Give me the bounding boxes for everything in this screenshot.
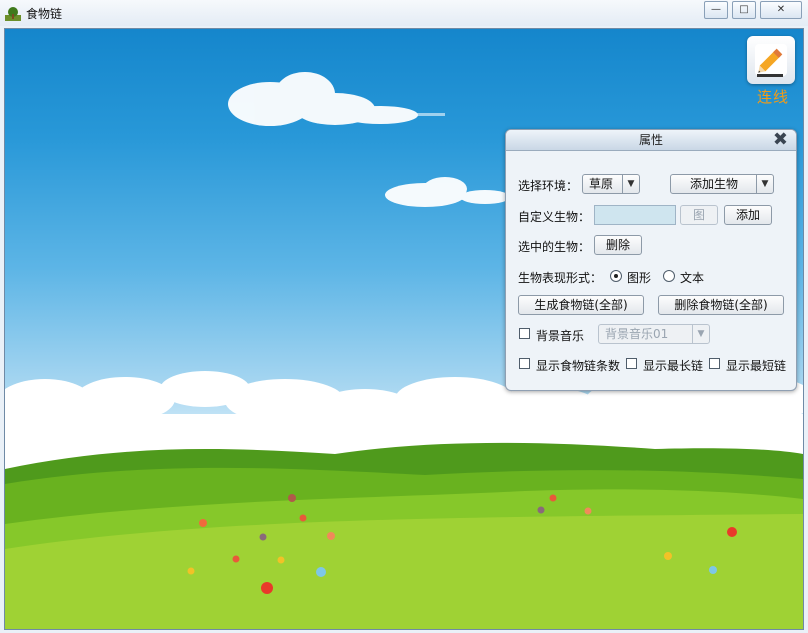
app-tree-icon — [5, 7, 21, 21]
bg-music-select[interactable]: 背景音乐01 ▼ — [598, 324, 710, 344]
bg-music-checkbox[interactable] — [519, 328, 530, 339]
panel-close-icon[interactable]: ✖ — [773, 130, 788, 150]
mode-text-label: 文本 — [680, 271, 705, 285]
show-chain-count-label: 显示食物链条数 — [536, 359, 621, 373]
show-longest-checkbox[interactable] — [626, 358, 637, 369]
show-longest-label: 显示最长链 — [643, 359, 704, 373]
minimize-button[interactable]: — — [704, 1, 728, 19]
properties-panel: 属性 ✖ 选择环境： 草原 ▼ 添加生物 ▼ 自定义生物： 图 添加 选中的生物… — [505, 129, 797, 391]
add-creature-button[interactable]: 添加生物 ▼ — [670, 174, 774, 194]
custom-creature-input[interactable] — [594, 205, 676, 225]
mode-graphic-radio[interactable] — [610, 270, 622, 282]
chevron-down-icon[interactable]: ▼ — [756, 175, 773, 193]
pencil-icon — [755, 44, 787, 77]
generate-chain-button[interactable]: 生成食物链(全部) — [518, 295, 644, 315]
connect-tool-button[interactable] — [747, 36, 795, 84]
environment-value: 草原 — [589, 177, 614, 191]
selected-creature-label: 选中的生物： — [518, 240, 591, 254]
show-chain-count-checkbox[interactable] — [519, 358, 530, 369]
show-shortest-label: 显示最短链 — [726, 359, 787, 373]
display-mode-label: 生物表现形式： — [518, 271, 603, 285]
cloud-middle — [385, 177, 510, 207]
environment-select[interactable]: 草原 ▼ — [582, 174, 640, 194]
delete-chain-button[interactable]: 删除食物链(全部) — [658, 295, 784, 315]
add-button[interactable]: 添加 — [724, 205, 772, 225]
custom-creature-label: 自定义生物： — [518, 210, 591, 224]
add-creature-label: 添加生物 — [689, 177, 738, 191]
image-button[interactable]: 图 — [680, 205, 718, 225]
mode-graphic-label: 图形 — [627, 271, 652, 285]
bg-music-label: 背景音乐 — [536, 329, 585, 343]
mode-text-radio[interactable] — [663, 270, 675, 282]
bg-music-value: 背景音乐01 — [605, 327, 669, 341]
maximize-button[interactable]: □ — [732, 1, 756, 19]
cloud-upper — [228, 72, 445, 126]
close-button[interactable]: ✕ — [760, 1, 802, 19]
scene-canvas[interactable]: 连线 属性 ✖ 选择环境： 草原 ▼ 添加生物 ▼ 自定义生物： 图 添加 选中… — [4, 28, 804, 630]
show-shortest-checkbox[interactable] — [709, 358, 720, 369]
chevron-down-icon: ▼ — [622, 175, 639, 193]
title-bar: 食物链 — □ ✕ — [0, 0, 808, 26]
delete-button[interactable]: 删除 — [594, 235, 642, 255]
panel-title: 属性 — [506, 130, 796, 151]
connect-tool-label: 连线 — [756, 88, 789, 106]
chevron-down-icon: ▼ — [692, 325, 709, 343]
environment-label: 选择环境： — [518, 179, 579, 193]
window-title: 食物链 — [26, 7, 63, 21]
